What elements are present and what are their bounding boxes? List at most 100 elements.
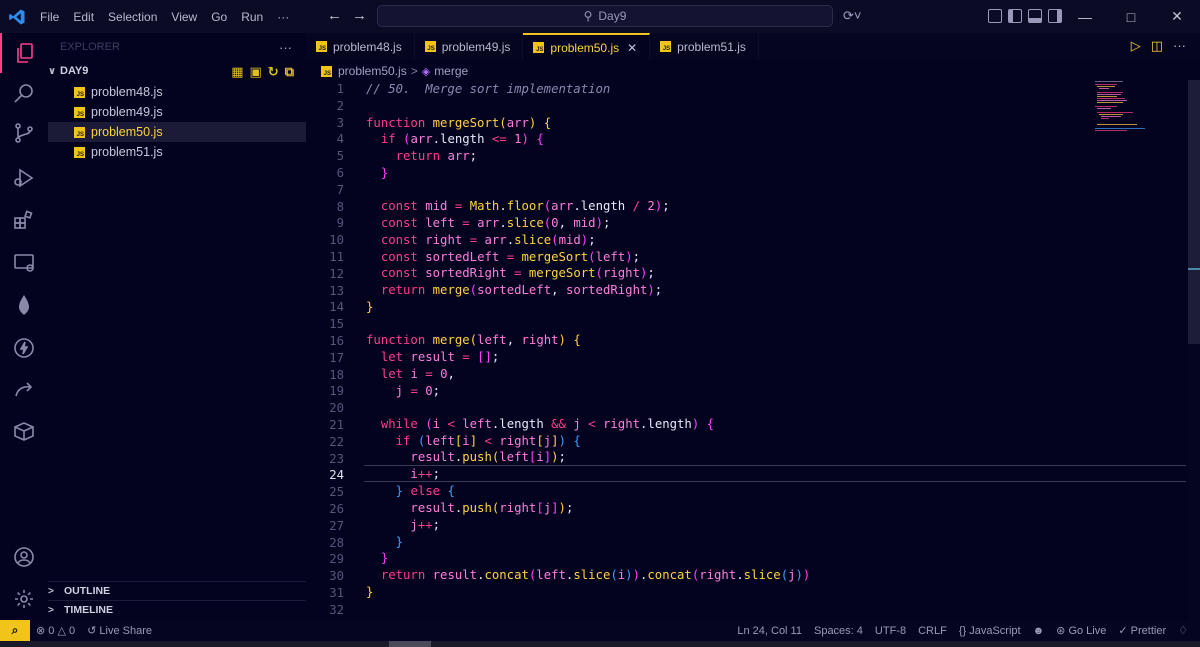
prettier-status[interactable]: ✓ Prettier [1112,624,1172,637]
code-line: } [395,535,404,549]
line-number: 7 [336,182,344,197]
extensions-icon[interactable] [0,200,48,240]
search-icon[interactable] [0,73,48,113]
code-line: result.push(left[i]); [410,450,566,464]
more-actions-icon[interactable]: ··· [279,40,292,55]
menu-run[interactable]: Run [234,10,270,24]
remote-explorer-icon[interactable] [0,243,48,283]
js-file-icon: JS [316,41,327,52]
language-mode[interactable]: {} JavaScript [953,625,1027,637]
menu-view[interactable]: View [164,10,204,24]
warning-count: 0 [69,625,76,637]
search-icon: ⚲ [583,9,593,23]
source-control-icon[interactable] [0,113,48,153]
maximize-button[interactable]: □ [1108,0,1154,33]
menu-selection[interactable]: Selection [101,10,164,24]
copilot-icon[interactable]: ⟳˅ [843,8,861,24]
code-line: // 50. Merge sort implementation [366,82,611,96]
command-center-label: Day9 [598,9,627,23]
chevron-right-icon: > [48,585,54,597]
thunder-client-icon[interactable] [0,328,48,368]
file-label: problem50.js [91,125,163,139]
activity-bar [0,33,48,620]
tab-problem49[interactable]: JS problem49.js [415,33,524,60]
status-right: Ln 24, Col 11 Spaces: 4 UTF-8 CRLF {} Ja… [731,620,1194,641]
tab-label: problem48.js [333,39,402,54]
tab-problem51[interactable]: JS problem51.js [650,33,759,60]
code-line: while (i < left.length && j < right.leng… [380,417,715,431]
new-file-icon[interactable]: ▦ [231,64,243,80]
file-item-problem51[interactable]: JS problem51.js [48,142,306,162]
line-number-row: 7 [306,183,1186,200]
problems-indicator[interactable]: ⊗ 0 △ 0 [30,624,81,637]
broadcast-icon: ⊛ [1056,625,1066,637]
explorer-header: EXPLORER ··· [48,33,306,60]
close-tab-icon[interactable]: ✕ [627,41,637,55]
menu-go[interactable]: Go [204,10,234,24]
tab-label: problem49.js [441,39,511,54]
line-number: 2 [336,98,344,113]
explorer-sidebar: EXPLORER ··· ∨ DAY9 ▦ ▣ ↻ ⧉ JS problem48… [48,33,306,620]
menu-more[interactable]: ··· [270,10,296,24]
js-file-icon: JS [74,126,85,138]
menu-file[interactable]: File [33,10,66,24]
file-item-problem48[interactable]: JS problem48.js [48,82,306,102]
minimize-button[interactable]: — [1062,0,1108,33]
gear-icon[interactable] [0,579,48,619]
copilot-status-icon[interactable]: ☻ [1027,625,1051,637]
code-line: const left = arr.slice(0, mid); [380,216,611,230]
file-item-problem50[interactable]: JS problem50.js [48,122,306,142]
toggle-secondary-sidebar-icon[interactable] [1048,9,1062,23]
notifications-bell-icon[interactable]: ♢ [1172,624,1194,637]
command-center-search[interactable]: ⚲ Day9 [377,5,833,27]
accounts-icon[interactable] [0,537,48,577]
folder-day9[interactable]: ∨ DAY9 ▦ ▣ ↻ ⧉ [48,60,306,82]
toggle-panel-icon[interactable] [1028,9,1042,23]
toggle-sidebar-icon[interactable] [1008,9,1022,23]
explorer-title: EXPLORER [60,40,120,53]
live-share-status[interactable]: ↺ Live Share [81,624,158,637]
file-item-problem49[interactable]: JS problem49.js [48,102,306,122]
menu-edit[interactable]: Edit [66,10,101,24]
outline-section[interactable]: > OUTLINE [48,581,306,600]
encoding[interactable]: UTF-8 [869,625,912,637]
breadcrumb-symbol[interactable]: merge [434,64,468,78]
timeline-section[interactable]: > TIMELINE [48,600,306,619]
indentation[interactable]: Spaces: 4 [808,625,869,637]
tab-problem50[interactable]: JS problem50.js ✕ [523,33,651,60]
package-icon[interactable] [0,411,48,451]
code-line: return arr; [395,149,478,163]
refresh-icon[interactable]: ↻ [268,64,279,80]
cursor-position[interactable]: Ln 24, Col 11 [731,625,808,637]
tab-problem48[interactable]: JS problem48.js [306,33,415,60]
code-line: return merge(sortedLeft, sortedRight); [380,283,663,297]
collapse-all-icon[interactable]: ⧉ [285,64,294,80]
go-live-button[interactable]: ⊛ Go Live [1050,624,1112,637]
more-actions-icon[interactable]: ··· [1173,38,1186,54]
live-share-icon[interactable] [0,370,48,410]
js-file-icon: JS [74,106,85,118]
run-file-icon[interactable]: ▷ [1131,38,1141,54]
code-line: j++; [410,518,441,532]
code-editor[interactable]: 1 2 3 4 5 6 7 8 9 10 11 12 13 14 15 16 17 18 19 20 21 22 23 24 2… [306,80,1186,620]
back-arrow-icon[interactable]: ← [327,7,352,24]
new-folder-icon[interactable]: ▣ [250,64,262,80]
close-window-button[interactable]: ✕ [1154,0,1200,33]
vertical-scrollbar-thumb[interactable] [1188,80,1200,344]
end-of-line[interactable]: CRLF [912,625,953,637]
forward-arrow-icon[interactable]: → [352,7,377,24]
check-icon: ✓ [1118,625,1128,637]
customize-layout-icon[interactable] [988,9,1002,23]
code-line: } [366,300,374,314]
file-label: problem51.js [91,145,163,159]
mongodb-icon[interactable] [0,285,48,325]
run-debug-icon[interactable] [0,158,48,198]
code-line: i++; [410,467,441,481]
minimap[interactable] [1092,80,1182,140]
breadcrumb-file[interactable]: problem50.js [338,64,407,78]
explorer-icon[interactable] [0,33,48,73]
code-line: } else { [395,484,455,498]
code-line: const sortedRight = mergeSort(right); [380,266,655,280]
remote-indicator-icon[interactable]: ⌕ [0,620,30,641]
split-editor-icon[interactable]: ◫ [1151,38,1163,54]
